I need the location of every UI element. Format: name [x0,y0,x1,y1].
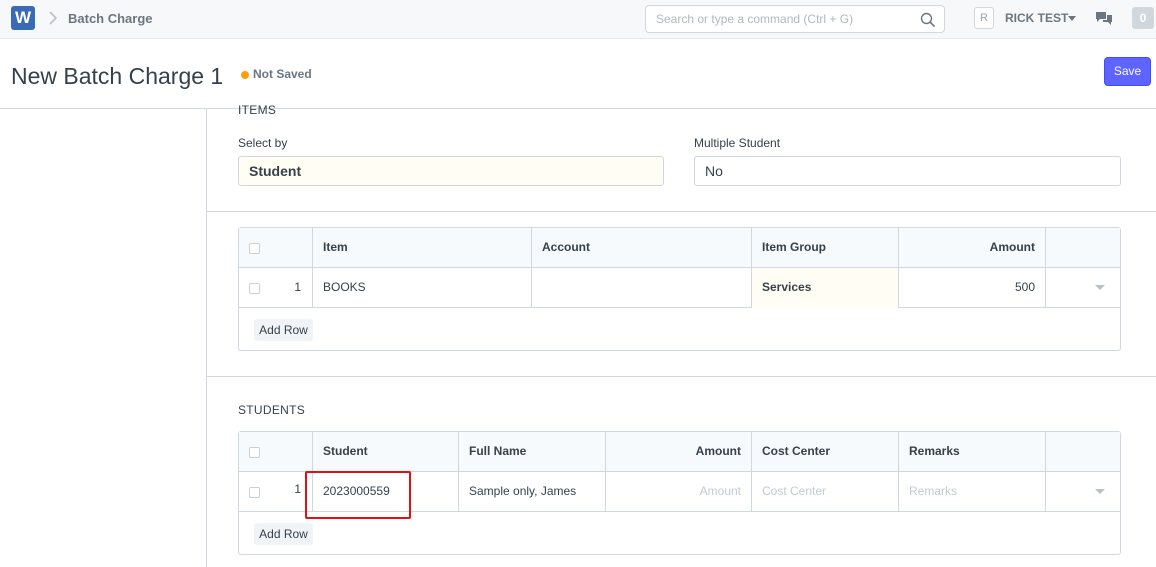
items-grid-header: Item Account Item Group Amount [239,228,1120,268]
search-bar[interactable]: Search or type a command (Ctrl + G) [645,5,945,33]
cell-account[interactable] [532,268,752,308]
row-actions[interactable] [1046,472,1120,512]
items-section-label: ITEMS [238,103,277,117]
row-checkbox[interactable] [249,487,260,498]
cell-remarks[interactable]: Remarks [899,472,1046,512]
header-checkbox-cell [239,228,313,268]
cell-item[interactable]: BOOKS [313,268,532,308]
cell-cost-center[interactable]: Cost Center [752,472,899,512]
section-divider [207,376,1156,377]
header-amount: Amount [606,432,752,472]
add-student-row-button[interactable]: Add Row [254,523,313,545]
row-number: 1 [294,280,301,294]
select-by-field[interactable]: Student [238,156,664,186]
select-all-checkbox[interactable] [249,243,260,254]
cell-full-name[interactable]: Sample only, James [459,472,606,512]
header-cost-center: Cost Center [752,432,899,472]
user-avatar[interactable]: R [974,7,994,29]
cell-student[interactable]: 2023000559 [313,472,459,512]
navbar: W Batch Charge Search or type a command … [0,0,1156,39]
table-row[interactable]: 1 BOOKS Services 500 [239,268,1120,308]
header-item-group: Item Group [752,228,899,268]
section-divider [207,211,1156,212]
notification-badge[interactable]: 0 [1132,7,1154,29]
page-head: New Batch Charge 1 Not Saved Save [0,39,1156,109]
header-account: Account [532,228,752,268]
header-checkbox-cell [239,432,313,472]
chevron-down-icon[interactable] [1095,489,1105,494]
breadcrumb-batch-charge[interactable]: Batch Charge [68,11,153,26]
header-full-name: Full Name [459,432,606,472]
status-badge: Not Saved [253,67,312,81]
row-number: 1 [294,482,301,496]
add-item-row-button[interactable]: Add Row [254,319,313,341]
row-checkbox[interactable] [249,283,260,294]
header-item: Item [313,228,532,268]
form-body: ITEMS Select by Student Multiple Student… [206,103,1156,567]
chevron-down-icon[interactable] [1095,285,1105,290]
chat-icon[interactable] [1095,10,1113,26]
app-logo[interactable]: W [11,6,35,30]
students-section-label: STUDENTS [238,403,306,417]
header-actions [1046,432,1120,472]
items-grid: Item Account Item Group Amount 1 BOOKS S… [238,227,1121,351]
multiple-student-field[interactable]: No [694,156,1121,186]
students-grid-header: Student Full Name Amount Cost Center Rem… [239,432,1120,472]
row-actions[interactable] [1046,268,1120,308]
search-input[interactable]: Search or type a command (Ctrl + G) [656,12,853,26]
cell-amount[interactable]: 500 [899,268,1046,308]
cell-item-group[interactable]: Services [752,268,899,308]
header-remarks: Remarks [899,432,1046,472]
row-index-cell: 1 [239,268,313,308]
header-amount: Amount [899,228,1046,268]
search-icon[interactable] [920,12,936,28]
header-student: Student [313,432,459,472]
select-by-label: Select by [238,136,288,150]
cell-amount[interactable]: Amount [606,472,752,512]
select-all-checkbox[interactable] [249,447,260,458]
chevron-right-icon [49,11,58,25]
table-row[interactable]: 1 2023000559 Sample only, James Amount C… [239,472,1120,512]
user-menu[interactable]: RICK TEST [1005,11,1068,25]
page-title: New Batch Charge 1 [11,63,224,89]
not-saved-indicator-dot [241,71,249,79]
students-grid: Student Full Name Amount Cost Center Rem… [238,431,1121,555]
header-actions [1046,228,1120,268]
row-index-cell: 1 [239,472,313,512]
save-button[interactable]: Save [1104,57,1151,86]
multiple-student-label: Multiple Student [694,136,781,150]
caret-down-icon[interactable] [1068,16,1076,21]
